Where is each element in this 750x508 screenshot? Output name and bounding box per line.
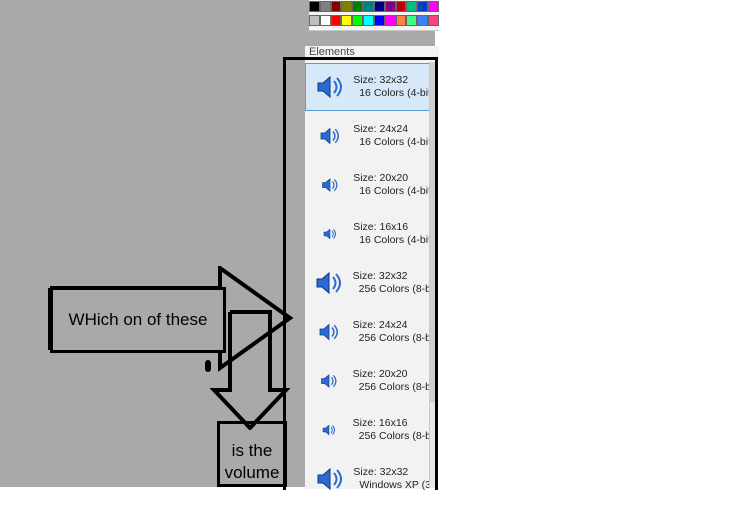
color-swatch[interactable] <box>385 15 396 26</box>
color-swatch[interactable] <box>331 15 342 26</box>
color-swatch[interactable] <box>428 1 439 12</box>
color-swatch[interactable] <box>428 15 439 26</box>
color-swatch[interactable] <box>341 1 352 12</box>
annotation-text-2: is the volume <box>217 421 287 487</box>
color-swatch[interactable] <box>352 15 363 26</box>
color-swatch[interactable] <box>396 1 407 12</box>
color-swatch[interactable] <box>320 15 331 26</box>
color-swatch[interactable] <box>406 1 417 12</box>
color-palette <box>309 0 439 31</box>
color-swatch[interactable] <box>309 1 320 12</box>
annotation-tall-frame <box>283 57 438 490</box>
color-swatch[interactable] <box>396 15 407 26</box>
color-swatch[interactable] <box>352 1 363 12</box>
color-swatch[interactable] <box>374 15 385 26</box>
color-swatch[interactable] <box>363 1 374 12</box>
color-swatch[interactable] <box>417 1 428 12</box>
color-swatch[interactable] <box>385 1 396 12</box>
color-swatch[interactable] <box>320 1 331 12</box>
color-swatch[interactable] <box>341 15 352 26</box>
annotation-text-1: WHich on of these <box>50 287 226 353</box>
color-swatch[interactable] <box>406 15 417 26</box>
color-swatch[interactable] <box>331 1 342 12</box>
color-swatch[interactable] <box>417 15 428 26</box>
color-swatch[interactable] <box>363 15 374 26</box>
color-swatch[interactable] <box>374 1 385 12</box>
annotation-dot <box>205 360 211 372</box>
color-swatch[interactable] <box>309 15 320 26</box>
